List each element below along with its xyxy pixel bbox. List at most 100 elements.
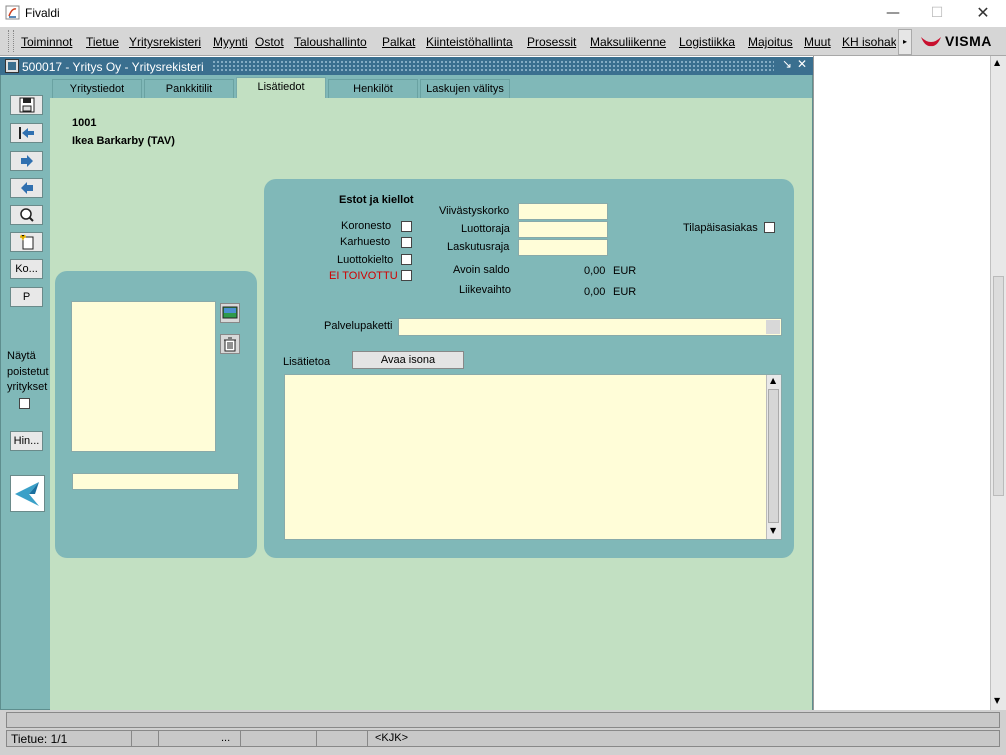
ei-toivottu-checkbox[interactable]: [401, 270, 412, 281]
luottokielto-checkbox[interactable]: [401, 254, 412, 265]
delete-image-button[interactable]: [220, 334, 240, 354]
tilapaisasiakas-label: Tilapäisasiakas: [683, 222, 758, 234]
luottokielto-label: Luottokielto: [337, 254, 394, 266]
textarea-scroll-thumb[interactable]: [768, 389, 779, 523]
status-separator: [131, 731, 132, 746]
luottoraja-label: Luottoraja: [461, 223, 510, 235]
status-kjk: <KJK>: [375, 732, 409, 744]
maximize-icon[interactable]: ☐: [914, 0, 960, 26]
previous-record-icon: [20, 182, 33, 194]
viivastyskorko-label: Viivästyskorko: [439, 205, 510, 217]
menu-myynti[interactable]: Myynti: [213, 35, 248, 49]
add-image-button[interactable]: [220, 303, 240, 323]
tab-lisatiedot[interactable]: Lisätiedot: [236, 77, 326, 99]
previous-record-button[interactable]: [10, 178, 43, 198]
dropdown-icon[interactable]: [766, 320, 780, 334]
viivastyskorko-input[interactable]: [518, 203, 608, 220]
palvelupaketti-select[interactable]: [398, 318, 782, 336]
new-record-button[interactable]: [10, 232, 43, 252]
textarea-scroll-down-icon[interactable]: ▼: [770, 526, 776, 535]
status-dots: ...: [221, 732, 231, 744]
show-deleted-label-1: Näytä: [7, 350, 36, 362]
lisatietoa-label: Lisätietoa: [283, 356, 331, 368]
restrictions-title: Estot ja kiellot: [339, 194, 414, 206]
scroll-down-icon[interactable]: ▼: [994, 696, 1000, 705]
vertical-scrollbar[interactable]: ▲ ▼: [990, 56, 1006, 710]
status-separator: [367, 731, 368, 746]
app-title: Fivaldi: [25, 6, 60, 20]
ko-button[interactable]: Ko...: [10, 259, 43, 279]
first-record-button[interactable]: [10, 123, 43, 143]
tilapaisasiakas-checkbox[interactable]: [764, 222, 775, 233]
tab-laskujen-valitys[interactable]: Laskujen välitys: [420, 79, 510, 98]
p-button[interactable]: P: [10, 287, 43, 307]
menu-ostot[interactable]: Ostot: [255, 35, 284, 49]
palvelupaketti-label: Palvelupaketti: [324, 320, 393, 332]
scroll-thumb[interactable]: [993, 276, 1004, 496]
menu-kh-isohaku[interactable]: KH isohak: [842, 35, 896, 49]
menu-taloushallinto[interactable]: Taloushallinto: [294, 35, 367, 49]
menu-grip: [8, 30, 14, 52]
luottoraja-input[interactable]: [518, 221, 608, 238]
menu-tietue[interactable]: Tietue: [86, 35, 119, 49]
show-deleted-label-2: poistetut: [7, 366, 49, 378]
save-icon: [19, 97, 34, 113]
window-icon: [5, 59, 19, 73]
message-line: [6, 712, 1000, 728]
menu-toiminnot[interactable]: Toiminnot: [21, 35, 72, 49]
karhuesto-label: Karhuesto: [340, 236, 391, 248]
ei-toivottu-label: EI TOIVOTTU: [329, 270, 398, 282]
menu-palkat[interactable]: Palkat: [382, 35, 415, 49]
search-button[interactable]: [10, 205, 43, 225]
next-record-button[interactable]: [10, 151, 43, 171]
titlebar-pattern: [212, 60, 774, 72]
inner-close-icon[interactable]: ✕: [797, 57, 807, 71]
textarea-scroll-up-icon[interactable]: ▲: [770, 376, 776, 385]
tab-pankkitilit[interactable]: Pankkitilit: [144, 79, 234, 98]
minimize-icon[interactable]: —: [870, 0, 916, 26]
menu-kiinteistohallinta[interactable]: Kiinteistöhallinta: [426, 35, 513, 49]
status-line: [6, 730, 1000, 747]
tab-henkilot[interactable]: Henkilöt: [328, 79, 418, 98]
search-icon: [19, 208, 34, 222]
scroll-up-icon[interactable]: ▲: [994, 58, 1000, 67]
menu-yritysrekisteri[interactable]: Yritysrekisteri: [129, 35, 201, 49]
next-record-icon: [20, 155, 33, 167]
inner-window-titlebar: 500017 - Yritys Oy - Yritysrekisteri ↘ ✕: [0, 57, 813, 75]
laskutusraja-input[interactable]: [518, 239, 608, 256]
close-icon[interactable]: ✕: [960, 0, 1006, 26]
menu-majoitus[interactable]: Majoitus: [748, 35, 793, 49]
status-separator: [158, 731, 159, 746]
visma-logo-text: VISMA: [945, 33, 992, 49]
show-deleted-label-3: yritykset: [7, 381, 48, 393]
menu-bar: Toiminnot Tietue Yritysrekisteri Myynti …: [0, 27, 1006, 56]
laskutusraja-label: Laskutusraja: [447, 241, 510, 253]
restore-icon[interactable]: ↘: [782, 57, 792, 71]
image-area[interactable]: [71, 301, 216, 452]
show-deleted-checkbox[interactable]: [19, 398, 30, 409]
menu-scroll-right-icon[interactable]: ▸: [898, 29, 912, 55]
menu-logistiikka[interactable]: Logistiikka: [679, 35, 735, 49]
hin-button[interactable]: Hin...: [10, 431, 43, 451]
tab-yritystiedot[interactable]: Yritystiedot: [52, 79, 142, 98]
status-separator: [240, 731, 241, 746]
menu-maksuliikenne[interactable]: Maksuliikenne: [590, 35, 666, 49]
liikevaihto-currency: EUR: [613, 286, 637, 298]
textarea-scrollbar[interactable]: ▲ ▼: [766, 375, 781, 539]
image-name-field[interactable]: [72, 473, 239, 490]
lisatietoa-textarea[interactable]: ▲ ▼: [284, 374, 782, 540]
company-code: 1001: [72, 117, 97, 129]
first-record-icon: [18, 127, 34, 139]
fivaldi-logo-icon: [10, 475, 45, 512]
os-title-bar: Fivaldi — ☐ ✕: [0, 0, 1006, 26]
menu-muut[interactable]: Muut: [804, 35, 831, 49]
record-indicator: Tietue: 1/1: [11, 732, 68, 746]
avoin-saldo-value: 0,00: [584, 265, 606, 277]
visma-logo-icon: [919, 33, 943, 49]
koronesto-checkbox[interactable]: [401, 221, 412, 232]
avaa-isona-button[interactable]: Avaa isona: [352, 351, 464, 369]
avoin-saldo-label: Avoin saldo: [453, 264, 510, 276]
karhuesto-checkbox[interactable]: [401, 237, 412, 248]
save-button[interactable]: [10, 95, 43, 115]
menu-prosessit[interactable]: Prosessit: [527, 35, 576, 49]
